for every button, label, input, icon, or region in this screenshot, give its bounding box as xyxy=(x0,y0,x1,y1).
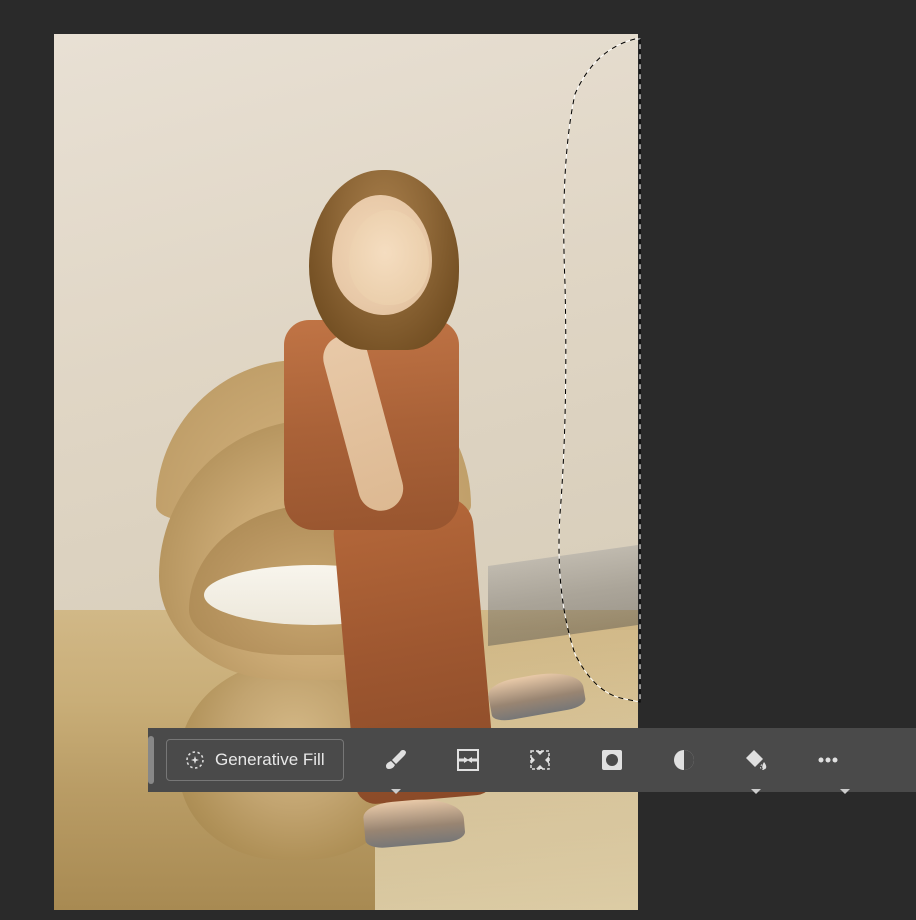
select-subject-icon xyxy=(455,747,481,773)
generative-fill-label: Generative Fill xyxy=(215,750,325,770)
brush-tool[interactable] xyxy=(372,736,420,784)
dropdown-caret-icon xyxy=(391,789,401,794)
mask-icon xyxy=(599,747,625,773)
fill-icon xyxy=(743,747,769,773)
dropdown-caret-icon xyxy=(840,789,850,794)
taskbar-drag-handle[interactable] xyxy=(148,736,154,784)
adjustment-icon xyxy=(671,747,697,773)
fill-tool[interactable] xyxy=(732,736,780,784)
brush-icon xyxy=(383,747,409,773)
select-subject-tool[interactable] xyxy=(444,736,492,784)
person-face xyxy=(349,210,429,305)
generative-fill-button[interactable]: Generative Fill xyxy=(166,739,344,781)
more-tool[interactable] xyxy=(804,736,852,784)
transform-tool[interactable] xyxy=(516,736,564,784)
adjustment-tool[interactable] xyxy=(660,736,708,784)
mask-tool[interactable] xyxy=(588,736,636,784)
transform-icon xyxy=(527,747,553,773)
contextual-taskbar: Generative Fill xyxy=(148,728,916,792)
person-foot-back xyxy=(362,796,466,850)
generative-fill-icon xyxy=(185,750,205,770)
dropdown-caret-icon xyxy=(751,789,761,794)
more-icon xyxy=(815,747,841,773)
